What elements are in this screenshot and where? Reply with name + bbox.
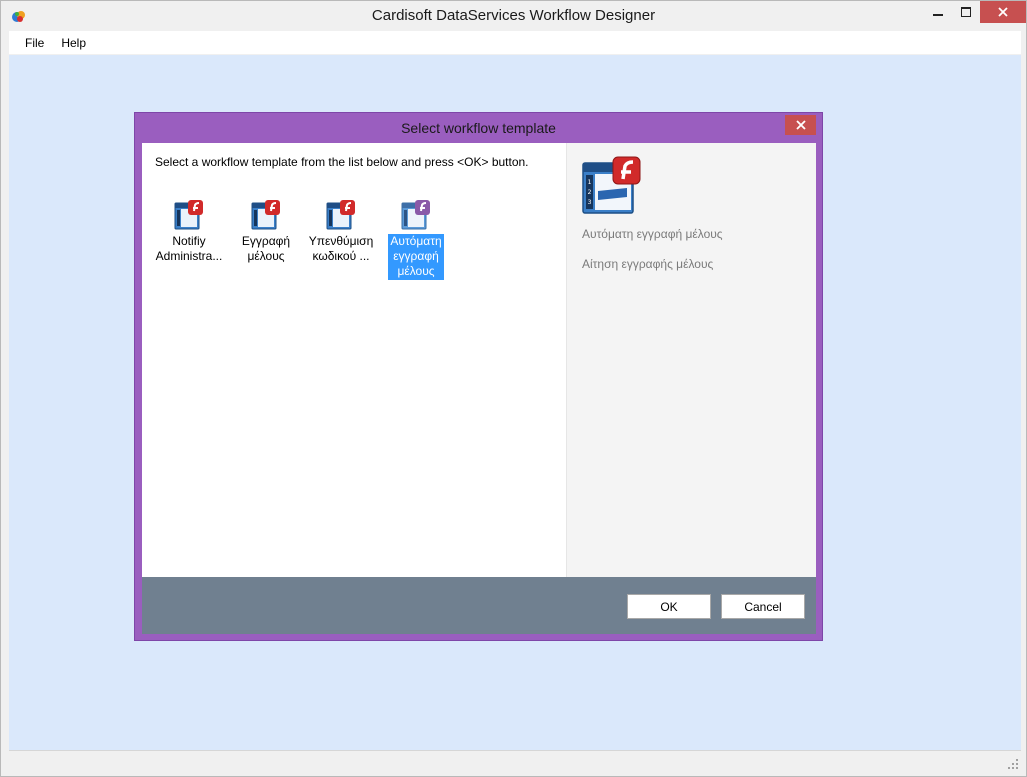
flash-geturl-icon xyxy=(326,200,355,230)
window-title: Cardisoft DataServices Workflow Designer xyxy=(371,7,656,24)
flash-geturl-icon xyxy=(401,200,430,230)
template-member-registration[interactable]: Εγγραφή μέλους xyxy=(230,198,302,282)
flash-geturl-icon xyxy=(251,200,280,230)
svg-text:1: 1 xyxy=(588,179,592,186)
detail-template-description: Αίτηση εγγραφής μέλους xyxy=(582,257,714,271)
resize-grip-icon[interactable] xyxy=(1007,758,1019,770)
dialog-content: Select a workflow template from the list… xyxy=(142,143,816,634)
dialog-close-button[interactable] xyxy=(785,115,816,135)
template-label: Αυτόματη εγγραφή μέλους xyxy=(388,234,444,280)
template-list: Select a workflow template from the list… xyxy=(142,143,566,577)
detail-template-name: Αυτόματη εγγραφή μέλους xyxy=(582,227,723,241)
maximize-icon xyxy=(961,7,971,17)
select-template-dialog: Select workflow template Select a workfl… xyxy=(134,112,823,641)
cancel-button[interactable]: Cancel xyxy=(721,594,805,619)
template-label: Εγγραφή μέλους xyxy=(241,234,291,263)
close-button[interactable] xyxy=(980,1,1026,23)
dialog-button-bar: OK Cancel xyxy=(142,577,816,634)
template-details: 1 2 3 Αυτόματη εγγραφή μέλους Αίτηση εγγ… xyxy=(566,143,816,577)
svg-text:3: 3 xyxy=(588,199,592,206)
svg-text:2: 2 xyxy=(588,189,592,196)
title-bar: Cardisoft DataServices Workflow Designer xyxy=(1,1,1026,31)
minimize-icon xyxy=(933,14,943,16)
flash-geturl-icon: 1 2 3 xyxy=(582,156,641,214)
menu-help[interactable]: Help xyxy=(53,36,95,50)
close-icon xyxy=(795,120,806,130)
dialog-title: Select workflow template xyxy=(401,120,556,136)
menu-file[interactable]: File xyxy=(9,36,53,50)
instructions-text: Select a workflow template from the list… xyxy=(155,155,529,169)
maximize-button[interactable] xyxy=(952,1,980,23)
close-icon xyxy=(998,7,1008,17)
template-notify-admin[interactable]: Notifiy Administra... xyxy=(153,198,225,282)
flash-geturl-icon xyxy=(174,200,203,230)
template-label: Υπενθύμιση κωδικού ... xyxy=(308,234,374,263)
menu-bar: File Help xyxy=(9,31,1021,54)
template-label: Notifiy Administra... xyxy=(155,234,223,263)
ok-button[interactable]: OK xyxy=(627,594,711,619)
template-auto-member-registration[interactable]: Αυτόματη εγγραφή μέλους xyxy=(380,198,452,282)
status-bar xyxy=(9,750,1021,772)
template-password-reminder[interactable]: Υπενθύμιση κωδικού ... xyxy=(305,198,377,282)
minimize-button[interactable] xyxy=(924,1,952,23)
window-controls xyxy=(924,1,1026,23)
